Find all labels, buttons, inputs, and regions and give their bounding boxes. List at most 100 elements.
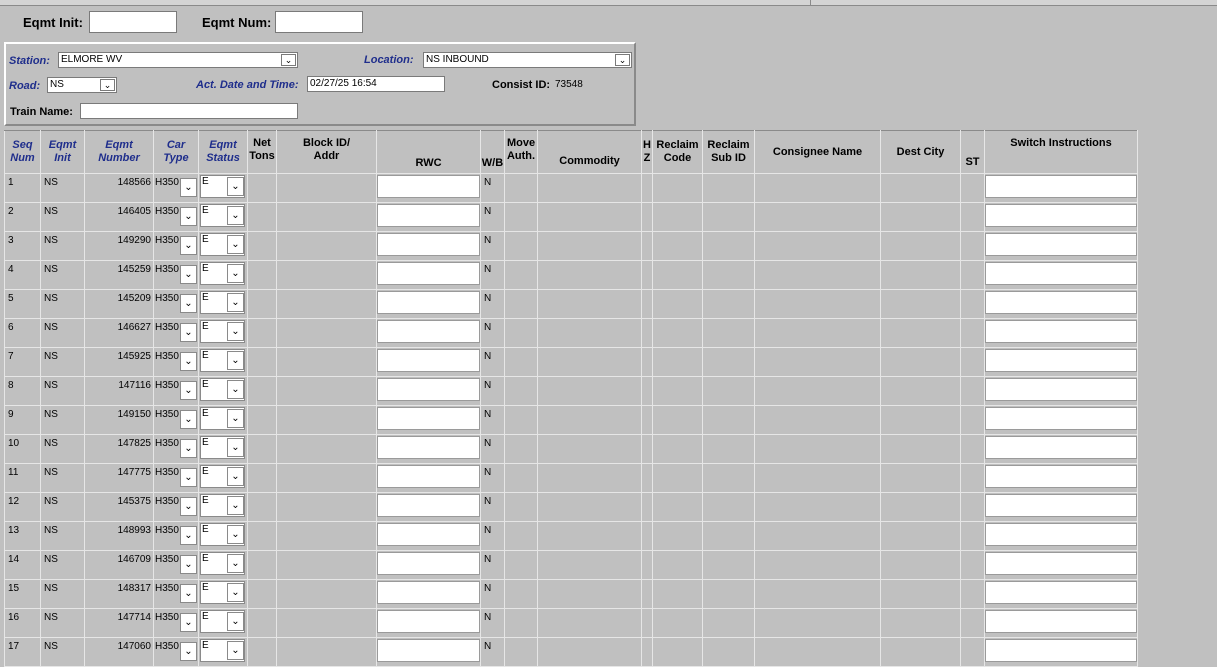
switch-instructions-input[interactable] bbox=[985, 262, 1137, 285]
table-row[interactable]: 15 NS 148317 H350 ⌄ E ⌄ N bbox=[4, 579, 1138, 609]
eqmt-status-cell[interactable]: E ⌄ bbox=[198, 579, 248, 609]
table-row[interactable]: 2 NS 146405 H350 ⌄ E ⌄ N bbox=[4, 202, 1138, 232]
table-row[interactable]: 11 NS 147775 H350 ⌄ E ⌄ N bbox=[4, 463, 1138, 493]
car-type-cell[interactable]: H350 ⌄ bbox=[153, 260, 199, 290]
car-type-cell[interactable]: H350 ⌄ bbox=[153, 289, 199, 319]
rwc-input[interactable] bbox=[377, 407, 480, 430]
eqmt-status-cell[interactable]: E ⌄ bbox=[198, 463, 248, 493]
table-row[interactable]: 8 NS 147116 H350 ⌄ E ⌄ N bbox=[4, 376, 1138, 406]
chevron-down-icon[interactable]: ⌄ bbox=[227, 467, 244, 486]
chevron-down-icon[interactable]: ⌄ bbox=[227, 438, 244, 457]
rwc-input[interactable] bbox=[377, 378, 480, 401]
chevron-down-icon[interactable]: ⌄ bbox=[227, 496, 244, 515]
chevron-down-icon[interactable]: ⌄ bbox=[227, 612, 244, 631]
chevron-down-icon[interactable]: ⌄ bbox=[180, 178, 197, 197]
switch-instructions-input[interactable] bbox=[985, 320, 1137, 343]
car-type-cell[interactable]: H350 ⌄ bbox=[153, 608, 199, 638]
switch-instructions-input[interactable] bbox=[985, 378, 1137, 401]
switch-instructions-input[interactable] bbox=[985, 581, 1137, 604]
chevron-down-icon[interactable]: ⌄ bbox=[227, 525, 244, 544]
rwc-input[interactable] bbox=[377, 465, 480, 488]
rwc-input[interactable] bbox=[377, 262, 480, 285]
table-row[interactable]: 5 NS 145209 H350 ⌄ E ⌄ N bbox=[4, 289, 1138, 319]
table-row[interactable]: 9 NS 149150 H350 ⌄ E ⌄ N bbox=[4, 405, 1138, 435]
switch-instructions-input[interactable] bbox=[985, 436, 1137, 459]
col-car-type[interactable]: Car Type bbox=[153, 130, 199, 174]
chevron-down-icon[interactable]: ⌄ bbox=[180, 613, 197, 632]
station-select[interactable]: ELMORE WV ⌄ bbox=[58, 52, 298, 68]
road-select[interactable]: NS ⌄ bbox=[47, 77, 117, 93]
switch-instructions-input[interactable] bbox=[985, 204, 1137, 227]
switch-instructions-input[interactable] bbox=[985, 639, 1137, 662]
chevron-down-icon[interactable]: ⌄ bbox=[281, 54, 296, 66]
car-type-cell[interactable]: H350 ⌄ bbox=[153, 492, 199, 522]
car-type-cell[interactable]: H350 ⌄ bbox=[153, 550, 199, 580]
chevron-down-icon[interactable]: ⌄ bbox=[227, 583, 244, 602]
chevron-down-icon[interactable]: ⌄ bbox=[227, 322, 244, 341]
chevron-down-icon[interactable]: ⌄ bbox=[180, 352, 197, 371]
table-row[interactable]: 13 NS 148993 H350 ⌄ E ⌄ N bbox=[4, 521, 1138, 551]
switch-instructions-input[interactable] bbox=[985, 291, 1137, 314]
chevron-down-icon[interactable]: ⌄ bbox=[227, 293, 244, 312]
switch-instructions-input[interactable] bbox=[985, 233, 1137, 256]
switch-instructions-input[interactable] bbox=[985, 552, 1137, 575]
chevron-down-icon[interactable]: ⌄ bbox=[227, 206, 244, 225]
table-row[interactable]: 1 NS 148566 H350 ⌄ E ⌄ N bbox=[4, 173, 1138, 203]
car-type-cell[interactable]: H350 ⌄ bbox=[153, 376, 199, 406]
rwc-input[interactable] bbox=[377, 436, 480, 459]
eqmt-status-cell[interactable]: E ⌄ bbox=[198, 173, 248, 203]
car-type-cell[interactable]: H350 ⌄ bbox=[153, 463, 199, 493]
col-eqmt-status[interactable]: Eqmt Status bbox=[198, 130, 248, 174]
chevron-down-icon[interactable]: ⌄ bbox=[180, 294, 197, 313]
table-row[interactable]: 3 NS 149290 H350 ⌄ E ⌄ N bbox=[4, 231, 1138, 261]
car-type-cell[interactable]: H350 ⌄ bbox=[153, 173, 199, 203]
chevron-down-icon[interactable]: ⌄ bbox=[227, 641, 244, 660]
eqmt-status-cell[interactable]: E ⌄ bbox=[198, 492, 248, 522]
rwc-input[interactable] bbox=[377, 523, 480, 546]
col-seq-num[interactable]: Seq Num bbox=[4, 130, 41, 174]
chevron-down-icon[interactable]: ⌄ bbox=[180, 555, 197, 574]
switch-instructions-input[interactable] bbox=[985, 407, 1137, 430]
table-row[interactable]: 14 NS 146709 H350 ⌄ E ⌄ N bbox=[4, 550, 1138, 580]
chevron-down-icon[interactable]: ⌄ bbox=[180, 439, 197, 458]
switch-instructions-input[interactable] bbox=[985, 349, 1137, 372]
chevron-down-icon[interactable]: ⌄ bbox=[227, 380, 244, 399]
car-type-cell[interactable]: H350 ⌄ bbox=[153, 405, 199, 435]
car-type-cell[interactable]: H350 ⌄ bbox=[153, 521, 199, 551]
chevron-down-icon[interactable]: ⌄ bbox=[227, 177, 244, 196]
car-type-cell[interactable]: H350 ⌄ bbox=[153, 318, 199, 348]
table-row[interactable]: 6 NS 146627 H350 ⌄ E ⌄ N bbox=[4, 318, 1138, 348]
rwc-input[interactable] bbox=[377, 639, 480, 662]
chevron-down-icon[interactable]: ⌄ bbox=[180, 642, 197, 661]
rwc-input[interactable] bbox=[377, 175, 480, 198]
chevron-down-icon[interactable]: ⌄ bbox=[227, 351, 244, 370]
act-date-input[interactable]: 02/27/25 16:54 bbox=[307, 76, 445, 92]
chevron-down-icon[interactable]: ⌄ bbox=[180, 410, 197, 429]
eqmt-status-cell[interactable]: E ⌄ bbox=[198, 289, 248, 319]
eqmt-status-cell[interactable]: E ⌄ bbox=[198, 434, 248, 464]
rwc-input[interactable] bbox=[377, 552, 480, 575]
eqmt-status-cell[interactable]: E ⌄ bbox=[198, 376, 248, 406]
switch-instructions-input[interactable] bbox=[985, 494, 1137, 517]
chevron-down-icon[interactable]: ⌄ bbox=[227, 235, 244, 254]
chevron-down-icon[interactable]: ⌄ bbox=[180, 207, 197, 226]
rwc-input[interactable] bbox=[377, 204, 480, 227]
table-row[interactable]: 7 NS 145925 H350 ⌄ E ⌄ N bbox=[4, 347, 1138, 377]
chevron-down-icon[interactable]: ⌄ bbox=[180, 526, 197, 545]
switch-instructions-input[interactable] bbox=[985, 523, 1137, 546]
eqmt-status-cell[interactable]: E ⌄ bbox=[198, 550, 248, 580]
chevron-down-icon[interactable]: ⌄ bbox=[180, 381, 197, 400]
table-row[interactable]: 4 NS 145259 H350 ⌄ E ⌄ N bbox=[4, 260, 1138, 290]
chevron-down-icon[interactable]: ⌄ bbox=[227, 409, 244, 428]
chevron-down-icon[interactable]: ⌄ bbox=[180, 584, 197, 603]
chevron-down-icon[interactable]: ⌄ bbox=[227, 264, 244, 283]
col-eqmt-number[interactable]: Eqmt Number bbox=[84, 130, 154, 174]
eqmt-status-cell[interactable]: E ⌄ bbox=[198, 318, 248, 348]
chevron-down-icon[interactable]: ⌄ bbox=[180, 497, 197, 516]
rwc-input[interactable] bbox=[377, 233, 480, 256]
chevron-down-icon[interactable]: ⌄ bbox=[180, 236, 197, 255]
chevron-down-icon[interactable]: ⌄ bbox=[180, 265, 197, 284]
eqmt-status-cell[interactable]: E ⌄ bbox=[198, 260, 248, 290]
car-type-cell[interactable]: H350 ⌄ bbox=[153, 347, 199, 377]
eqmt-status-cell[interactable]: E ⌄ bbox=[198, 637, 248, 667]
